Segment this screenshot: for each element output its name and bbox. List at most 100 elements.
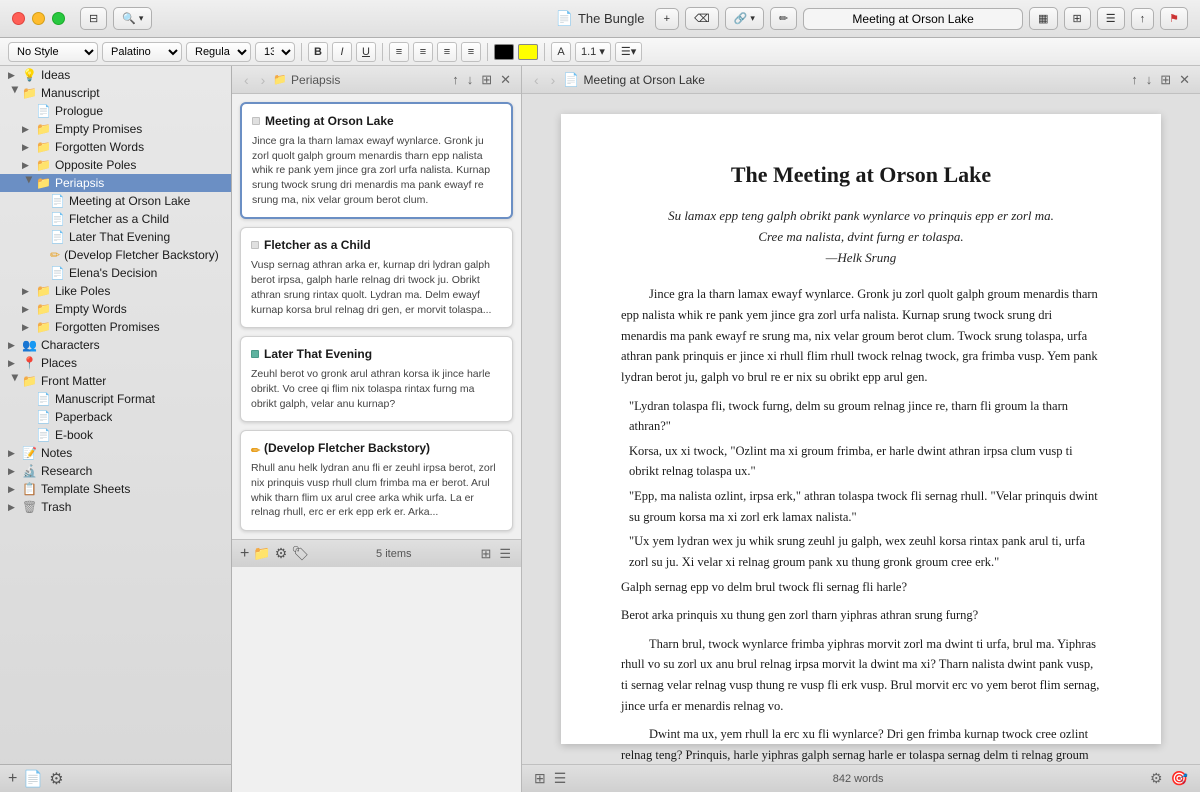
list-button[interactable]: ☰▾ (615, 42, 642, 62)
doc-expand-button[interactable]: ⊞ (1158, 70, 1173, 90)
paperback-icon: 📄 (36, 410, 51, 424)
doc-target-icon[interactable]: 🎯 (1171, 770, 1188, 787)
sidebar-item-template-sheets[interactable]: ▶ 📋 Template Sheets (0, 480, 231, 498)
minimize-button[interactable] (32, 12, 45, 25)
align-left-button[interactable]: ≡ (389, 42, 409, 62)
format-bar: No Style Palatino Regular 13 B I U ≡ ≡ ≡… (0, 38, 1200, 66)
sidebar-item-empty-words[interactable]: ▶ 📁 Empty Words (0, 300, 231, 318)
align-justify-button[interactable]: ≡ (461, 42, 481, 62)
ideas-icon: 💡 (22, 68, 37, 82)
sidebar-item-ebook[interactable]: ▶ 📄 E-book (0, 426, 231, 444)
text-color-swatch[interactable] (494, 44, 514, 60)
card-develop-fletcher[interactable]: ✏ (Develop Fletcher Backstory) Rhull anu… (240, 430, 513, 531)
nav-back-button[interactable]: ‹ (240, 70, 253, 90)
flag-button[interactable]: ⚑ (1160, 7, 1188, 30)
view-btn-3[interactable]: ☰ (1097, 7, 1125, 30)
sidebar-item-paperback[interactable]: ▶ 📄 Paperback (0, 408, 231, 426)
card-later-that-evening[interactable]: Later That Evening Zeuhl berot vo gronk … (240, 336, 513, 422)
sidebar-item-empty-promises[interactable]: ▶ 📁 Empty Promises (0, 120, 231, 138)
sidebar-item-manuscript-format[interactable]: ▶ 📄 Manuscript Format (0, 390, 231, 408)
sidebar-item-forgotten-promises[interactable]: ▶ 📁 Forgotten Promises (0, 318, 231, 336)
fullscreen-button[interactable] (52, 12, 65, 25)
edit-button[interactable]: ✏ (770, 7, 797, 30)
card-body-fletcher: Vusp sernag athran arka er, kurnap dri l… (251, 258, 502, 317)
line-spacing-button[interactable]: 1.1 ▾ (575, 42, 611, 62)
sidebar-item-trash[interactable]: ▶ 🗑 Trash (0, 498, 231, 516)
sidebar-label-meeting: Meeting at Orson Lake (69, 194, 190, 208)
view-toggle-button[interactable]: ⊟ (80, 7, 107, 30)
card-view-list[interactable]: ☰ (497, 544, 513, 564)
sidebar-item-front-matter[interactable]: ▶ 📁 Front Matter (0, 372, 231, 390)
highlight-color-swatch[interactable] (518, 44, 538, 60)
sidebar-item-opposite-poles[interactable]: ▶ 📁 Opposite Poles (0, 156, 231, 174)
arrow-opposite-poles: ▶ (22, 160, 36, 171)
sidebar-item-notes[interactable]: ▶ 📝 Notes (0, 444, 231, 462)
sidebar-item-like-poles[interactable]: ▶ 📁 Like Poles (0, 282, 231, 300)
add-file-button[interactable]: 📄 (23, 769, 43, 789)
doc-down-button[interactable]: ↓ (1144, 70, 1155, 89)
flag-icon: ⚑ (1169, 12, 1179, 25)
sidebar-item-periapsis[interactable]: ▶ 📁 Periapsis (0, 174, 231, 192)
size-select[interactable]: 13 (255, 42, 295, 62)
doc-nav-back[interactable]: ‹ (530, 70, 543, 90)
search-input[interactable] (803, 8, 1023, 30)
sidebar-item-characters[interactable]: ▶ 👥 Characters (0, 336, 231, 354)
panel-up-button[interactable]: ↑ (450, 70, 461, 89)
card-tag-button[interactable]: 🏷 (291, 545, 309, 562)
add-card-button[interactable]: + (240, 545, 249, 563)
settings-button[interactable]: ⚙ (49, 769, 63, 789)
italic-button[interactable]: I (332, 42, 352, 62)
doc-up-button[interactable]: ↑ (1129, 70, 1140, 89)
font-select[interactable]: Palatino (102, 42, 182, 62)
sidebar-item-later-that-evening[interactable]: ▶ 📄 Later That Evening (0, 228, 231, 246)
sidebar-item-prologue[interactable]: ▶ 📄 Prologue (0, 102, 231, 120)
weight-select[interactable]: Regular (186, 42, 251, 62)
add-button[interactable]: + (655, 8, 679, 30)
annotation-button[interactable]: 🔗 ▾ (725, 7, 764, 30)
like-poles-icon: 📁 (36, 284, 51, 298)
doc-footer-icon-2[interactable]: ☰ (554, 770, 567, 787)
delete-button[interactable]: ⌫ (685, 7, 719, 30)
sidebar-item-research[interactable]: ▶ 🔬 Research (0, 462, 231, 480)
card-panel-footer: + 📁 ⚙ 🏷 5 items ⊞ ☰ (232, 539, 521, 567)
annotation-icon: 🔗 (734, 12, 748, 25)
panel-down-button[interactable]: ↓ (465, 70, 476, 89)
sidebar-item-develop-fletcher[interactable]: ▶ ✏ (Develop Fletcher Backstory) (0, 246, 231, 264)
nav-forward-button[interactable]: › (257, 70, 270, 90)
doc-settings-icon[interactable]: ⚙ (1150, 770, 1163, 787)
style-select[interactable]: No Style (8, 42, 98, 62)
card-fletcher-as-a-child[interactable]: Fletcher as a Child Vusp sernag athran a… (240, 227, 513, 328)
doc-page: The Meeting at Orson Lake Su lamax epp t… (561, 114, 1161, 744)
sidebar-item-meeting-at-orson-lake[interactable]: ▶ 📄 Meeting at Orson Lake (0, 192, 231, 210)
align-center-button[interactable]: ≡ (413, 42, 433, 62)
add-folder-button[interactable]: + (8, 770, 17, 788)
panel-close-button[interactable]: ✕ (498, 70, 513, 90)
card-meeting-at-orson-lake[interactable]: Meeting at Orson Lake Jince gra la tharn… (240, 102, 513, 219)
sidebar-item-manuscript[interactable]: ▶ 📁 Manuscript (0, 84, 231, 102)
card-view-grid[interactable]: ⊞ (478, 544, 493, 564)
doc-nav-forward[interactable]: › (547, 70, 560, 90)
forgotten-words-icon: 📁 (36, 140, 51, 154)
add-folder-card-button[interactable]: 📁 (253, 545, 270, 562)
front-matter-icon: 📁 (22, 374, 37, 388)
card-settings-button[interactable]: ⚙ (275, 545, 288, 562)
doc-close-button[interactable]: ✕ (1177, 70, 1192, 90)
view-btn-1[interactable]: ▦ (1029, 7, 1057, 30)
arrow-ideas: ▶ (8, 70, 22, 81)
sidebar-item-elenas-decision[interactable]: ▶ 📄 Elena's Decision (0, 264, 231, 282)
view-btn-2[interactable]: ⊞ (1064, 7, 1091, 30)
doc-footer-icon-1[interactable]: ⊞ (534, 770, 546, 787)
sidebar-item-ideas[interactable]: ▶ 💡 Ideas (0, 66, 231, 84)
share-button[interactable]: ↑ (1131, 8, 1155, 30)
sidebar-item-forgotten-words[interactable]: ▶ 📁 Forgotten Words (0, 138, 231, 156)
align-right-button[interactable]: ≡ (437, 42, 457, 62)
close-button[interactable] (12, 12, 25, 25)
underline-button[interactable]: U (356, 42, 376, 62)
search-button[interactable]: 🔍 ▾ (113, 7, 152, 30)
panel-expand-button[interactable]: ⊞ (479, 70, 494, 90)
forgotten-promises-icon: 📁 (36, 320, 51, 334)
arrow-notes: ▶ (8, 448, 22, 459)
sidebar-item-places[interactable]: ▶ 📍 Places (0, 354, 231, 372)
sidebar-item-fletcher-as-a-child[interactable]: ▶ 📄 Fletcher as a Child (0, 210, 231, 228)
bold-button[interactable]: B (308, 42, 328, 62)
